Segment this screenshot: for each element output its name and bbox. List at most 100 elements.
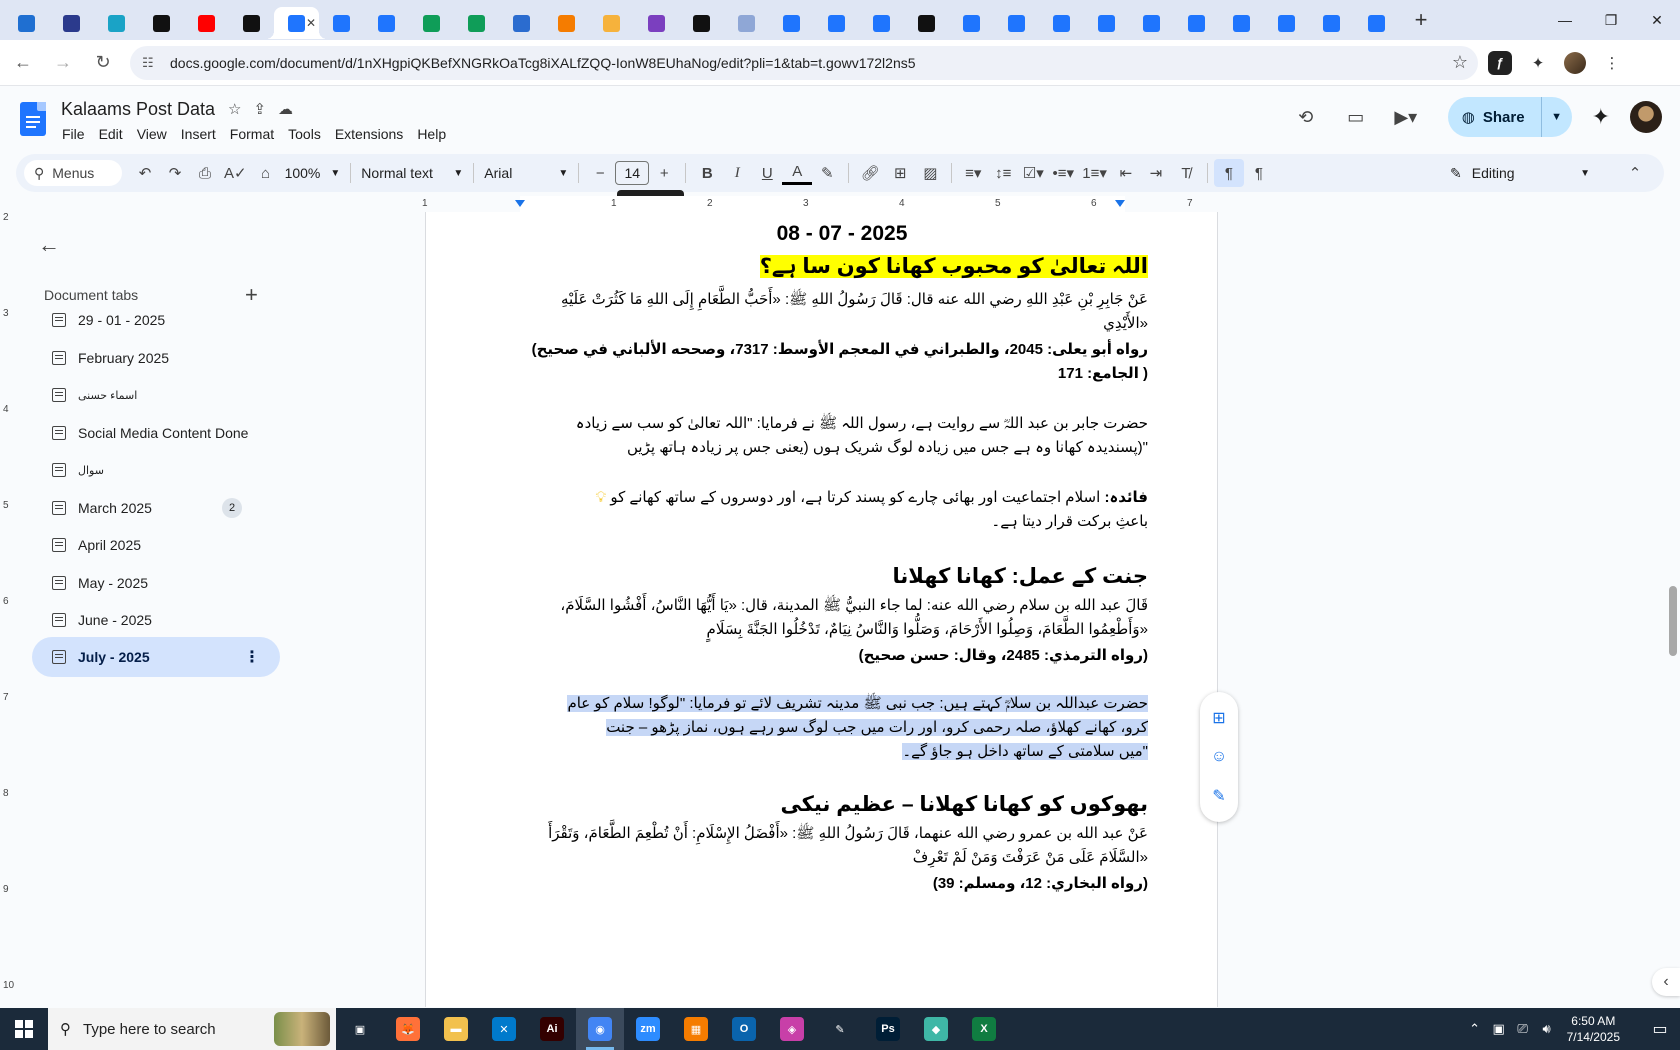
font-select[interactable]: Arial ▼ (480, 159, 572, 187)
emoji-reaction-icon[interactable]: ☺ (1211, 748, 1227, 766)
browser-tab[interactable] (1174, 7, 1219, 39)
reference-text[interactable]: رواه أبو يعلى: 2045، والطبراني في المعجم… (532, 340, 1148, 358)
urdu-translation[interactable]: حضرت جابر بن عبد اللہؓ سے روایت ہے، رسول… (576, 414, 1148, 436)
left-indent-marker[interactable] (515, 200, 525, 207)
bulleted-list-icon[interactable]: •≡▾ (1048, 159, 1078, 187)
browser-tab[interactable] (679, 7, 724, 39)
scrollbar-thumb[interactable] (1669, 586, 1677, 656)
browser-tab[interactable] (139, 7, 184, 39)
close-window-button[interactable]: ✕ (1634, 0, 1680, 40)
browser-tab[interactable] (904, 7, 949, 39)
move-to-drive-icon[interactable]: ⇪ (253, 100, 266, 118)
taskbar-app[interactable]: zm (624, 1008, 672, 1050)
taskbar-app[interactable]: ▣ (336, 1008, 384, 1050)
insert-image-icon[interactable]: ▨ (915, 159, 945, 187)
browser-tab[interactable] (634, 7, 679, 39)
urdu-translation[interactable]: "(پسندیدہ کھانا وہ ہے جس میں زیادہ لوگ ش… (627, 438, 1148, 456)
document-tab-item[interactable]: June - 2025 (32, 600, 280, 640)
browser-tab[interactable] (994, 7, 1039, 39)
browser-tab[interactable] (4, 7, 49, 39)
increase-indent-icon[interactable]: ⇥ (1141, 159, 1171, 187)
add-comment-icon[interactable]: ⊞ (885, 159, 915, 187)
highlight-color-icon[interactable]: ✎ (812, 159, 842, 187)
minimize-button[interactable]: — (1542, 0, 1588, 40)
browser-tab[interactable] (94, 7, 139, 39)
volume-icon[interactable]: 🔊︎ (1535, 1021, 1559, 1037)
reference-text[interactable]: ( الجامع: 171 (1058, 364, 1148, 382)
close-tab-icon[interactable]: ✕ (306, 16, 316, 30)
show-hidden-icons-icon[interactable]: ⌃ (1463, 1021, 1487, 1037)
back-arrow-icon[interactable]: ← (38, 232, 60, 258)
browser-tab[interactable] (184, 7, 229, 39)
browser-tab[interactable] (1309, 7, 1354, 39)
tray-app-icon[interactable]: ▣ (1487, 1021, 1511, 1037)
document-tab-item[interactable]: March 2025 2 (32, 488, 280, 528)
spellcheck-icon[interactable]: A✓ (220, 159, 251, 187)
question-heading[interactable]: اللہ تعالیٰ کو محبوب کھانا کون سا ہے؟ (759, 255, 1148, 278)
add-comment-icon[interactable]: ⊞ (1212, 708, 1225, 728)
share-dropdown-icon[interactable]: ▼ (1542, 111, 1572, 123)
line-spacing-icon[interactable]: ↕≡ (988, 159, 1018, 187)
text-color-icon[interactable]: A (782, 161, 813, 185)
extensions-puzzle-icon[interactable]: ✦ (1522, 47, 1554, 79)
browser-tab[interactable] (1264, 7, 1309, 39)
system-clock[interactable]: 6:50 AM 7/14/2025 (1567, 1013, 1620, 1045)
checklist-icon[interactable]: ☑▾ (1018, 159, 1048, 187)
benefit-text[interactable]: باعثِ برکت قرار دیتا ہے۔ (991, 512, 1148, 530)
browser-tab[interactable] (544, 7, 589, 39)
bookmark-star-icon[interactable]: ☆ (1452, 52, 1468, 73)
share-button[interactable]: ◍ Share ▼ (1447, 97, 1572, 137)
menu-file[interactable]: File (55, 124, 92, 144)
rtl-direction-icon[interactable]: ¶ (1244, 159, 1274, 187)
clear-formatting-icon[interactable]: T̸ (1171, 159, 1201, 187)
document-tab-item[interactable]: April 2025 (32, 525, 280, 565)
menu-tools[interactable]: Tools (281, 124, 328, 144)
taskbar-app[interactable]: 🦊 (384, 1008, 432, 1050)
section-heading[interactable]: جنت کے عمل: کھانا کھلانا (893, 564, 1148, 589)
browser-tab[interactable] (409, 7, 454, 39)
taskbar-app[interactable]: ▦ (672, 1008, 720, 1050)
redo-icon[interactable]: ↷ (160, 159, 190, 187)
benefit-paragraph[interactable]: فائدہ: اسلام اجتماعیت اور بھائی چارے کو … (596, 488, 1148, 506)
ltr-direction-icon[interactable]: ¶ (1213, 159, 1244, 187)
zoom-select[interactable]: 100% ▼ (281, 159, 345, 187)
bold-icon[interactable]: B (692, 159, 722, 187)
increase-font-size-icon[interactable]: + (649, 159, 679, 187)
paint-format-icon[interactable]: ⌂ (251, 159, 281, 187)
document-title[interactable]: Kalaams Post Data (61, 99, 215, 120)
taskbar-app[interactable]: O (720, 1008, 768, 1050)
taskbar-app[interactable]: ◆ (912, 1008, 960, 1050)
side-panel-toggle-icon[interactable]: ‹ (1652, 968, 1680, 996)
taskbar-app[interactable]: ◉ (576, 1008, 624, 1050)
url-text[interactable]: docs.google.com/document/d/1nXHgpiQKBefX… (170, 55, 1452, 71)
decrease-indent-icon[interactable]: ⇤ (1111, 159, 1141, 187)
browser-tab[interactable] (499, 7, 544, 39)
reload-button[interactable]: ↻ (86, 46, 120, 80)
start-button[interactable] (0, 1008, 48, 1050)
document-tab-item[interactable]: اسماء حسنى (32, 375, 280, 415)
notifications-icon[interactable]: ▭ (1640, 1019, 1680, 1039)
document-tab-item[interactable]: سوال (32, 450, 280, 490)
menu-extensions[interactable]: Extensions (328, 124, 410, 144)
document-tab-item[interactable]: 29 - 01 - 2025 (32, 300, 280, 340)
document-tab-item[interactable]: July - 2025 ⋮ (32, 637, 280, 677)
browser-tab[interactable] (1129, 7, 1174, 39)
taskbar-app[interactable]: X (960, 1008, 1008, 1050)
browser-tab[interactable] (769, 7, 814, 39)
browser-tab[interactable] (589, 7, 634, 39)
cloud-saved-icon[interactable]: ☁ (278, 100, 293, 118)
document-page[interactable]: 08 - 07 - 2025 اللہ تعالیٰ کو محبوب کھان… (425, 212, 1218, 1007)
document-tab-item[interactable]: Social Media Content Done (32, 413, 280, 453)
site-info-icon[interactable]: ☷ (142, 55, 160, 71)
reference-text[interactable]: (رواه الترمذي: 2485، وقال: حسن صحيح) (859, 646, 1148, 664)
page-scrollbar[interactable] (1666, 212, 1680, 1007)
menu-format[interactable]: Format (223, 124, 281, 144)
suggest-edits-icon[interactable]: ✎ (1212, 786, 1225, 806)
decrease-font-size-icon[interactable]: − (585, 159, 615, 187)
browser-menu-icon[interactable]: ⋮ (1596, 47, 1628, 79)
hadith-text[interactable]: «وَأَطْعِمُوا الطَّعَامَ، وَصِلُوا الأَر… (707, 620, 1148, 638)
back-button[interactable]: ← (6, 46, 40, 80)
new-tab-button[interactable]: + (1405, 4, 1437, 36)
insert-link-icon[interactable]: 🔗︎ (855, 159, 885, 187)
account-avatar[interactable] (1630, 101, 1662, 133)
